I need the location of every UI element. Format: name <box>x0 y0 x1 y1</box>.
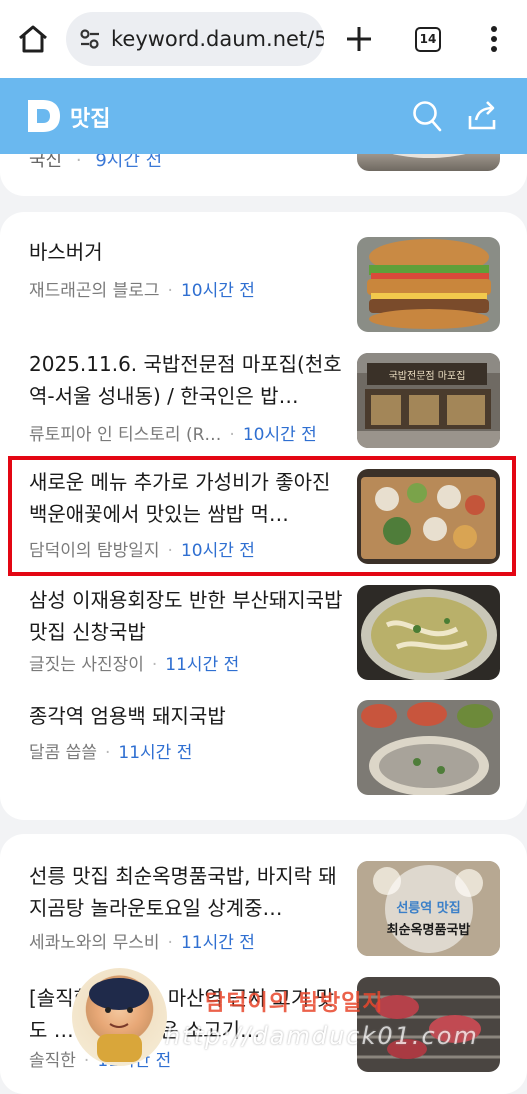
item-meta: 류토피아 인 티스토리 (R… · 10시간 전 <box>29 425 317 445</box>
item-title[interactable]: 2025.11.6. 국밥전문점 마포집(천호역-서울 성내동) / 한국인은 … <box>29 348 345 412</box>
item-meta: 재드래곤의 블로그 · 10시간 전 <box>29 281 255 301</box>
search-icon[interactable] <box>412 100 442 132</box>
item-meta: 달콤 씁쓸 · 11시간 전 <box>29 743 193 763</box>
storefront-thumbnail[interactable]: 국밥전문점 마포집 <box>357 353 500 448</box>
item-time: 11시간 전 <box>180 933 255 953</box>
svg-text:국밥전문점 마포집: 국밥전문점 마포집 <box>389 370 466 382</box>
tab-switcher-button[interactable]: 14 <box>415 27 441 52</box>
item-source: 달콤 씁쓸 <box>29 743 97 763</box>
item-source: 류토피아 인 티스토리 (R… <box>29 425 222 445</box>
item-time: 10시간 전 <box>180 281 255 301</box>
item-time: 10시간 전 <box>242 425 317 445</box>
more-menu-icon[interactable] <box>486 25 502 53</box>
watermark-url: http://damduck01.com <box>165 1022 479 1050</box>
promo-line-1: 선릉역 맛집 <box>396 901 461 916</box>
item-title[interactable]: 종각역 엄용백 돼지국밥 <box>29 700 345 732</box>
item-meta: 글짓는 사진장이 · 11시간 전 <box>29 655 240 675</box>
promo-thumbnail[interactable]: 선릉역 맛집 최순옥명품국밥 <box>357 861 500 956</box>
item-source: 솔직한 <box>29 1051 76 1071</box>
browser-toolbar: keyword.daum.net/5 14 <box>0 0 527 78</box>
watermark-blog-name: 담덕이의 탐방일지 <box>205 991 384 1016</box>
item-source: 글짓는 사진장이 <box>29 655 144 675</box>
url-text: keyword.daum.net/5 <box>111 27 324 51</box>
soup-thumbnail[interactable] <box>357 585 500 680</box>
daum-logo-icon[interactable] <box>26 98 62 134</box>
item-time: 11시간 전 <box>165 655 240 675</box>
home-icon[interactable] <box>17 24 49 54</box>
address-bar[interactable]: keyword.daum.net/5 <box>66 12 324 66</box>
new-tab-icon[interactable] <box>346 26 372 52</box>
promo-line-2: 최순옥명품국밥 <box>386 923 471 938</box>
item-source: 세콰노와의 무스비 <box>29 933 160 953</box>
item-source: 재드래곤의 블로그 <box>29 281 160 301</box>
item-meta: 세콰노와의 무스비 · 11시간 전 <box>29 933 255 953</box>
share-icon[interactable] <box>466 100 498 132</box>
item-title[interactable]: 선릉 맛집 최순옥명품국밥, 바지락 돼지곰탕 놀라운토요일 상계중… <box>29 860 345 924</box>
highlight-box <box>8 456 516 576</box>
mascot-avatar <box>72 968 167 1066</box>
burger-thumbnail[interactable] <box>357 237 500 332</box>
item-title[interactable]: 삼성 이재용회장도 반한 부산돼지국밥 맛집 신창국밥 <box>29 584 345 648</box>
item-title[interactable]: 바스버거 <box>29 236 345 268</box>
site-settings-icon[interactable] <box>79 28 101 50</box>
item-time: 11시간 전 <box>118 743 193 763</box>
page-title: 맛집 <box>70 107 111 132</box>
gukbap-thumbnail[interactable] <box>357 700 500 795</box>
